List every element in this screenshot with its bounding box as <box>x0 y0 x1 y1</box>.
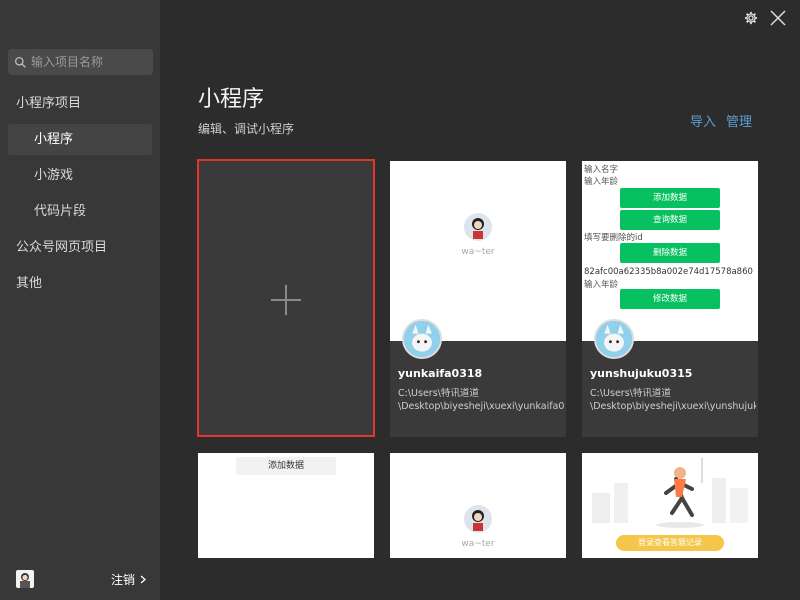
project-card-bottom-3[interactable]: 登录查看答题记录 <box>582 453 758 558</box>
project-card-yunkaifa0318[interactable]: wa~ter yunkaifa0318 C:\Users\特讯道道 \Deskt… <box>390 161 566 437</box>
window-controls <box>744 10 786 26</box>
header-actions: 导入 管理 <box>690 111 752 130</box>
search-icon <box>14 56 26 68</box>
preview-id-value: 82afc00a62335b8a002e74d17578a860 <box>584 267 753 277</box>
sidebar-item-miniprogram-projects[interactable]: 小程序项目 <box>0 86 160 122</box>
logout-button[interactable]: 注销 <box>111 571 146 588</box>
preview-logo-icon <box>464 213 492 241</box>
import-link[interactable]: 导入 <box>690 111 716 130</box>
preview-label: wa~ter <box>461 247 495 257</box>
project-avatar <box>402 319 442 359</box>
project-name: yunkaifa0318 <box>398 367 483 380</box>
sidebar-item-minigame[interactable]: 小游戏 <box>0 158 160 194</box>
sidebar-item-code-snippets[interactable]: 代码片段 <box>0 194 160 230</box>
project-card-bottom-2[interactable]: wa~ter <box>390 453 566 558</box>
preview-text: 输入年龄 <box>584 280 619 290</box>
logout-label: 注销 <box>110 573 135 587</box>
preview-add-button: 添加数据 <box>620 188 720 208</box>
bottom-bar <box>160 558 800 600</box>
project-path-line2: \Desktop\biyesheji\xuexi\yunkaifa03 <box>398 401 564 412</box>
search-input[interactable] <box>31 55 151 69</box>
sidebar: 小程序项目 小程序 小游戏 代码片段 公众号网页项目 其他 注销 <box>0 0 160 600</box>
preview-text: 填写要删除的id <box>584 233 643 243</box>
project-preview: 输入名字 输入年龄 添加数据 查询数据 填写要删除的id 删除数据 82afc0… <box>582 161 758 341</box>
user-avatar[interactable] <box>16 570 34 588</box>
project-name: yunshujuku0315 <box>590 367 693 380</box>
page-subtitle: 编辑、调试小程序 <box>198 122 295 136</box>
chevron-right-icon <box>140 575 146 584</box>
login-records-button: 登录查看答题记录 <box>616 535 724 551</box>
project-path: C:\Users\特讯道道 \Desktop\biyesheji\xuexi\y… <box>590 387 756 413</box>
new-project-card[interactable] <box>197 159 375 437</box>
project-path-line2: \Desktop\biyesheji\xuexi\yunshujuk <box>590 401 756 412</box>
project-search[interactable] <box>8 49 153 75</box>
sidebar-item-official-account-web[interactable]: 公众号网页项目 <box>0 230 160 266</box>
project-card-yunshujuku0315[interactable]: 输入名字 输入年龄 添加数据 查询数据 填写要删除的id 删除数据 82afc0… <box>582 161 758 437</box>
preview-label: wa~ter <box>461 539 495 549</box>
page-title: 小程序 <box>198 87 265 112</box>
sidebar-nav: 小程序项目 小程序 小游戏 代码片段 公众号网页项目 其他 <box>0 86 160 302</box>
project-avatar <box>594 319 634 359</box>
project-path-line1: C:\Users\特讯道道 <box>590 388 671 399</box>
manage-link[interactable]: 管理 <box>726 111 752 130</box>
close-icon[interactable] <box>770 10 786 26</box>
plus-icon-vertical <box>285 285 287 315</box>
sidebar-footer: 注销 <box>0 558 160 600</box>
sidebar-item-miniprogram[interactable]: 小程序 <box>8 124 152 155</box>
preview-text: 输入名字 <box>584 165 619 175</box>
preview-modify-button: 修改数据 <box>620 289 720 309</box>
gear-icon[interactable] <box>744 11 758 25</box>
preview-text: 输入年龄 <box>584 177 619 187</box>
preview-logo-icon <box>464 505 492 533</box>
project-path-line1: C:\Users\特讯道道 <box>398 388 479 399</box>
preview-query-button: 查询数据 <box>620 210 720 230</box>
project-path: C:\Users\特讯道道 \Desktop\biyesheji\xuexi\y… <box>398 387 564 413</box>
project-card-bottom-1[interactable]: 添加数据 <box>198 453 374 558</box>
runner-illustration-icon <box>592 458 748 528</box>
preview-delete-button: 删除数据 <box>620 243 720 263</box>
project-preview: wa~ter <box>390 161 566 341</box>
sidebar-item-other[interactable]: 其他 <box>0 266 160 302</box>
preview-chip: 添加数据 <box>236 457 336 475</box>
